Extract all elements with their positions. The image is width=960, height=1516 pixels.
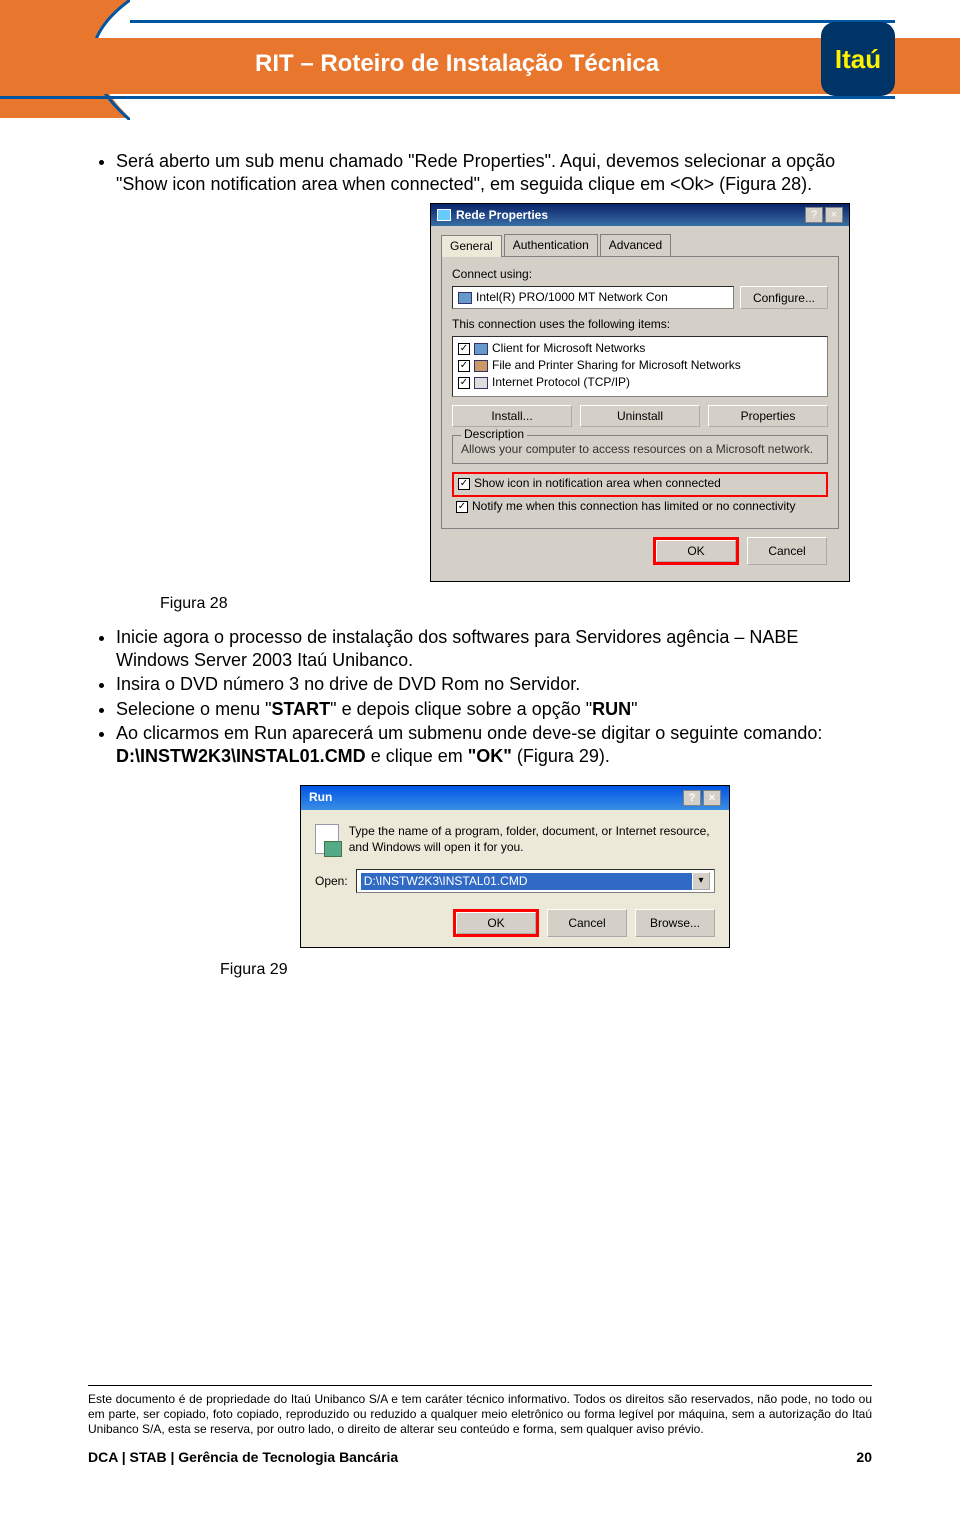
- run-titlebar: Run ? ×: [301, 786, 729, 810]
- open-label: Open:: [315, 874, 348, 889]
- rede-properties-dialog: Rede Properties ? × General Authenticati…: [430, 203, 850, 582]
- list-item: ✓Client for Microsoft Networks: [458, 341, 822, 356]
- close-button[interactable]: ×: [825, 207, 843, 223]
- uses-items-label: This connection uses the following items…: [452, 317, 828, 332]
- help-button[interactable]: ?: [805, 207, 823, 223]
- header-top-line: [130, 20, 895, 23]
- close-button[interactable]: ×: [703, 790, 721, 806]
- show-icon-label: Show icon in notification area when conn…: [474, 476, 721, 491]
- tab-advanced[interactable]: Advanced: [600, 234, 671, 256]
- items-listbox[interactable]: ✓Client for Microsoft Networks ✓File and…: [452, 336, 828, 397]
- figure-29-caption: Figura 29: [220, 960, 870, 980]
- adapter-field: Intel(R) PRO/1000 MT Network Con: [452, 286, 734, 309]
- adapter-icon: [458, 292, 472, 304]
- net-icon: [437, 209, 451, 221]
- footer-department: DCA | STAB | Gerência de Tecnologia Banc…: [88, 1449, 398, 1467]
- install-button[interactable]: Install...: [452, 405, 572, 427]
- list-item: ✓Internet Protocol (TCP/IP): [458, 375, 822, 390]
- bullet-2a: Inicie agora o processo de instalação do…: [116, 626, 870, 671]
- fileprint-icon: [474, 360, 488, 372]
- notify-checkbox[interactable]: ✓: [456, 501, 468, 513]
- itau-logo: Itaú: [821, 22, 895, 96]
- connect-using-label: Connect using:: [452, 267, 828, 282]
- dialog-title-text: Rede Properties: [456, 208, 548, 223]
- dropdown-arrow-icon[interactable]: ▾: [692, 872, 710, 890]
- footer-divider: [88, 1385, 872, 1386]
- description-group-label: Description: [461, 427, 527, 442]
- tab-general[interactable]: General: [441, 235, 502, 257]
- run-description: Type the name of a program, folder, docu…: [349, 824, 715, 855]
- ok-button[interactable]: OK: [656, 540, 736, 562]
- run-ok-button[interactable]: OK: [456, 912, 536, 934]
- open-combobox[interactable]: D:\INSTW2K3\INSTAL01.CMD ▾: [356, 869, 715, 893]
- run-browse-button[interactable]: Browse...: [635, 909, 715, 937]
- tcpip-icon: [474, 377, 488, 389]
- run-cancel-button[interactable]: Cancel: [547, 909, 627, 937]
- page-number: 20: [856, 1449, 872, 1467]
- bullet-3: Selecione o menu "START" e depois clique…: [116, 698, 870, 721]
- run-icon: [315, 824, 339, 854]
- list-item: ✓File and Printer Sharing for Microsoft …: [458, 358, 822, 373]
- cancel-button[interactable]: Cancel: [747, 537, 827, 565]
- footer-disclaimer: Este documento é de propriedade do Itaú …: [88, 1392, 872, 1437]
- bullet-4: Ao clicarmos em Run aparecerá um submenu…: [116, 722, 870, 767]
- dialog-titlebar: Rede Properties ? ×: [431, 204, 849, 226]
- properties-button[interactable]: Properties: [708, 405, 828, 427]
- uninstall-button[interactable]: Uninstall: [580, 405, 700, 427]
- bullet-1: Será aberto um sub menu chamado "Rede Pr…: [116, 150, 870, 195]
- show-icon-checkbox[interactable]: ✓: [458, 478, 470, 490]
- header-bottom-line: [0, 96, 895, 99]
- bullet-2b: Insira o DVD número 3 no drive de DVD Ro…: [116, 673, 870, 696]
- checkbox-icon[interactable]: ✓: [458, 360, 470, 372]
- checkbox-icon[interactable]: ✓: [458, 343, 470, 355]
- configure-button[interactable]: Configure...: [740, 286, 828, 309]
- client-icon: [474, 343, 488, 355]
- help-button[interactable]: ?: [683, 790, 701, 806]
- description-text: Allows your computer to access resources…: [461, 442, 819, 457]
- tab-authentication[interactable]: Authentication: [504, 234, 598, 256]
- run-dialog: Run ? × Type the name of a program, fold…: [300, 785, 730, 948]
- doc-title: RIT – Roteiro de Instalação Técnica: [255, 50, 659, 78]
- checkbox-icon[interactable]: ✓: [458, 377, 470, 389]
- figure-28-caption: Figura 28: [160, 594, 870, 614]
- notify-label: Notify me when this connection has limit…: [472, 499, 796, 514]
